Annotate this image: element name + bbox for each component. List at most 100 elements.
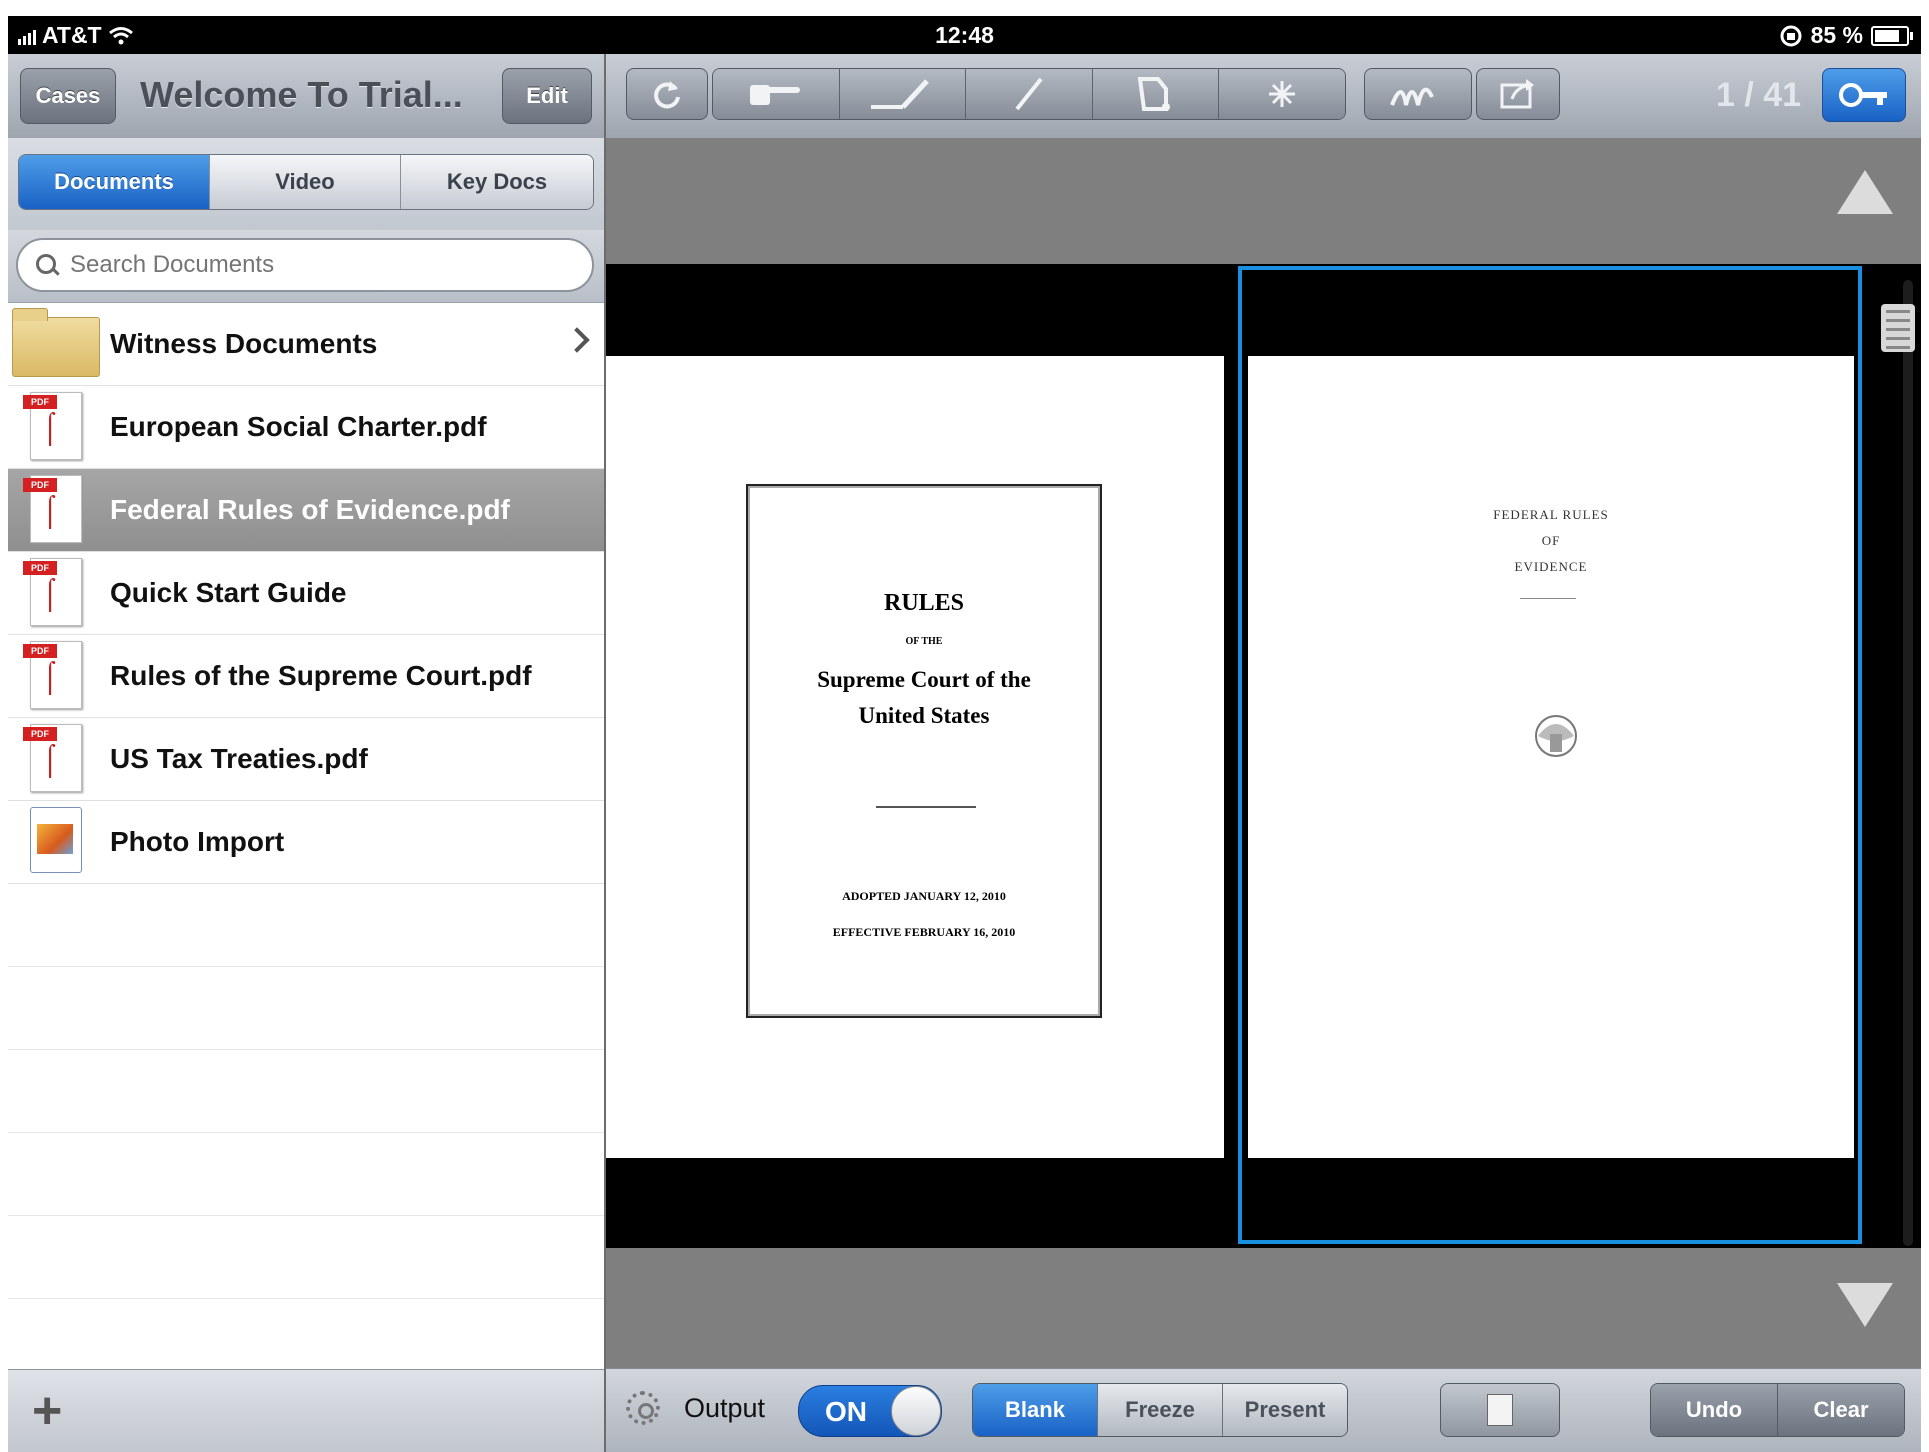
list-item-label: Rules of the Supreme Court.pdf xyxy=(110,660,532,691)
mode-blank-button[interactable]: Blank xyxy=(973,1384,1098,1436)
document-cover: RULES OF THE Supreme Court of the United… xyxy=(746,484,1102,1018)
callout-icon xyxy=(1137,77,1170,111)
pdf-badge: PDF xyxy=(23,395,57,409)
rotate-button[interactable] xyxy=(626,68,708,120)
fre-line-3: EVIDENCE xyxy=(1514,559,1588,574)
cover-dates: ADOPTED JANUARY 12, 2010 EFFECTIVE FEBRU… xyxy=(748,878,1100,950)
page-strip: RULES OF THE Supreme Court of the United… xyxy=(606,264,1921,1248)
empty-row xyxy=(8,967,604,1050)
list-item-label: European Social Charter.pdf xyxy=(110,411,487,442)
list-item-photo-import[interactable]: Photo Import xyxy=(8,801,604,884)
status-time: 12:48 xyxy=(935,22,994,48)
pdf-icon: PDF ⌠ xyxy=(23,641,82,709)
key-icon xyxy=(1839,83,1887,107)
empty-row xyxy=(8,1133,604,1216)
list-item-label: Federal Rules of Evidence.pdf xyxy=(110,494,510,525)
next-page-arrow-icon[interactable] xyxy=(1837,1283,1893,1327)
presentation-bar: Output ON Blank Freeze Present Undo Clea… xyxy=(606,1368,1921,1452)
page-right: FEDERAL RULES OF EVIDENCE xyxy=(1248,356,1854,1158)
search-bar xyxy=(8,230,604,303)
hand-pointer-icon xyxy=(749,85,800,105)
clear-button[interactable]: Clear xyxy=(1778,1384,1904,1436)
selected-page-frame[interactable]: FEDERAL RULES OF EVIDENCE xyxy=(1238,266,1862,1244)
pen-tool-button[interactable] xyxy=(966,69,1093,119)
document-list: Witness Documents PDF ⌠ European Social C… xyxy=(8,303,604,1382)
undo-clear-control: Undo Clear xyxy=(1650,1383,1905,1437)
scroll-thumb[interactable] xyxy=(1881,304,1915,352)
battery-percent: 85 % xyxy=(1810,22,1863,48)
list-item-us-tax-treaties[interactable]: PDF ⌠ US Tax Treaties.pdf xyxy=(8,718,604,801)
mode-present-button[interactable]: Present xyxy=(1223,1384,1347,1436)
search-field[interactable] xyxy=(16,238,594,292)
chevron-right-icon xyxy=(564,327,590,353)
status-right: 85 % xyxy=(1779,22,1913,49)
pdf-badge: PDF xyxy=(23,727,57,741)
cover-subtitle-line-2: United States xyxy=(858,703,990,728)
list-item-label: US Tax Treaties.pdf xyxy=(110,743,368,774)
sidebar-footer: + xyxy=(8,1369,604,1452)
output-toggle-label: ON xyxy=(825,1396,867,1427)
external-screen-button[interactable] xyxy=(1440,1383,1560,1437)
list-item-rules-of-the-supreme-court[interactable]: PDF ⌠ Rules of the Supreme Court.pdf xyxy=(8,635,604,718)
document-sidebar: Cases Welcome To Trial... Edit Documents… xyxy=(8,54,606,1452)
fre-line-2: OF xyxy=(1541,533,1561,548)
document-viewer-pane: 1 / 41 RULES OF THE Supreme Court of the… xyxy=(606,54,1921,1452)
annotation-toolbar: 1 / 41 xyxy=(606,54,1921,139)
cover-of-the: OF THE xyxy=(905,636,943,647)
status-bar: AT&T 12:48 85 % xyxy=(8,16,1921,54)
list-item-label: Witness Documents xyxy=(110,328,378,359)
output-label: Output xyxy=(684,1393,766,1423)
case-title: Welcome To Trial... xyxy=(140,74,463,115)
search-icon xyxy=(36,254,58,276)
tab-segmented-control: Documents Video Key Docs xyxy=(18,154,594,210)
tab-bar: Documents Video Key Docs xyxy=(8,138,604,230)
folder-icon xyxy=(12,308,100,377)
laser-pointer-icon xyxy=(1269,81,1296,107)
signature-icon xyxy=(1390,87,1434,106)
output-toggle[interactable]: ON xyxy=(798,1385,942,1437)
pdf-badge: PDF xyxy=(23,561,57,575)
cover-effective: EFFECTIVE FEBRUARY 16, 2010 xyxy=(832,925,1016,939)
undo-button[interactable]: Undo xyxy=(1651,1384,1778,1436)
highlighter-icon xyxy=(871,79,930,109)
cases-button[interactable]: Cases xyxy=(20,68,116,124)
tab-key-docs[interactable]: Key Docs xyxy=(401,155,593,209)
callout-tool-button[interactable] xyxy=(1092,69,1220,119)
add-icon[interactable]: + xyxy=(32,1385,62,1437)
cover-rule xyxy=(876,806,976,808)
list-item-witness-documents[interactable]: Witness Documents xyxy=(8,303,604,386)
sidebar-navbar: Cases Welcome To Trial... Edit xyxy=(8,54,604,139)
mode-freeze-button[interactable]: Freeze xyxy=(1098,1384,1223,1436)
orientation-lock-icon xyxy=(1780,25,1802,46)
list-item-quick-start-guide[interactable]: PDF ⌠ Quick Start Guide xyxy=(8,552,604,635)
rotate-icon xyxy=(654,81,680,109)
laser-tool-button[interactable] xyxy=(1219,69,1345,119)
empty-row xyxy=(8,1216,604,1299)
pdf-badge: PDF xyxy=(23,644,57,658)
tab-documents[interactable]: Documents xyxy=(19,155,210,209)
list-item-federal-rules-of-evidence[interactable]: PDF ⌠ Federal Rules of Evidence.pdf xyxy=(8,469,604,552)
pointer-tool-button[interactable] xyxy=(713,69,840,119)
list-item-european-social-charter[interactable]: PDF ⌠ European Social Charter.pdf xyxy=(8,386,604,469)
tab-video[interactable]: Video xyxy=(210,155,401,209)
pdf-icon: PDF ⌠ xyxy=(23,724,82,792)
previous-page-arrow-icon[interactable] xyxy=(1837,170,1893,214)
settings-gear-icon[interactable] xyxy=(626,1391,660,1425)
empty-row xyxy=(8,884,604,967)
page-scrollbar[interactable] xyxy=(1881,280,1915,1246)
cover-adopted: ADOPTED JANUARY 12, 2010 xyxy=(842,889,1006,903)
government-seal-icon xyxy=(1535,715,1577,757)
share-button[interactable] xyxy=(1476,68,1560,120)
output-mode-control: Blank Freeze Present xyxy=(972,1383,1348,1437)
search-input[interactable] xyxy=(68,250,552,280)
list-item-label: Photo Import xyxy=(110,826,285,857)
page-left[interactable]: RULES OF THE Supreme Court of the United… xyxy=(606,356,1224,1158)
drawing-tools-group xyxy=(712,68,1346,120)
key-doc-button[interactable] xyxy=(1822,68,1906,122)
highlighter-tool-button[interactable] xyxy=(839,69,967,119)
document-viewer[interactable]: RULES OF THE Supreme Court of the United… xyxy=(606,138,1921,1369)
fre-heading: FEDERAL RULES OF EVIDENCE xyxy=(1248,502,1854,580)
signature-button[interactable] xyxy=(1364,68,1472,120)
edit-button[interactable]: Edit xyxy=(502,68,592,124)
share-icon xyxy=(1500,79,1534,109)
